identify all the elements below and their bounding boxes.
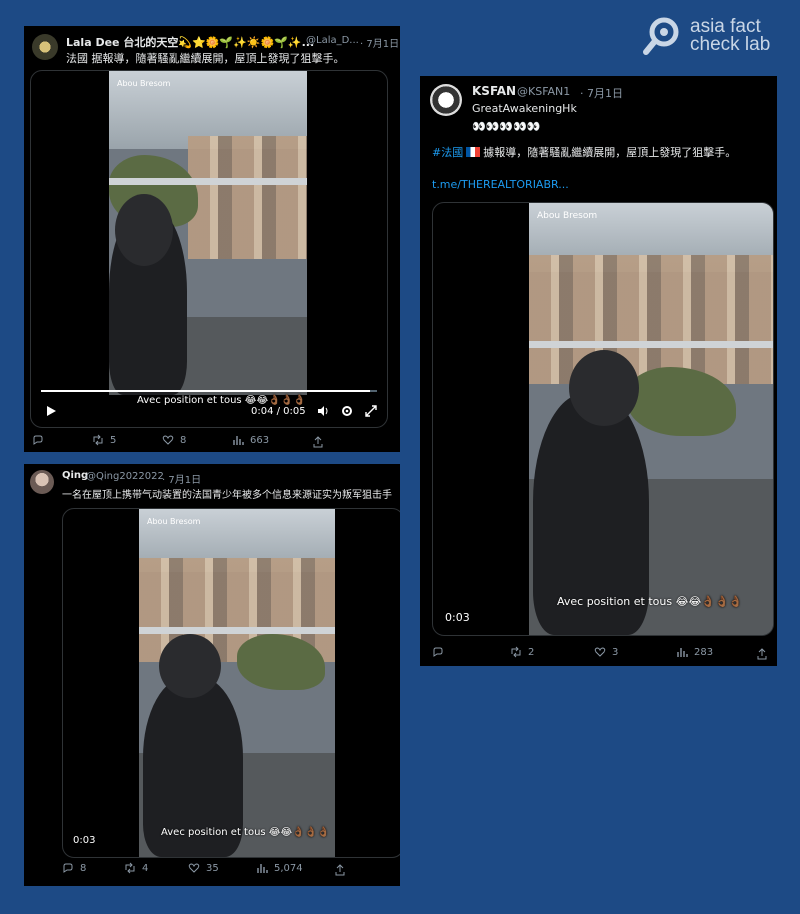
reply-button[interactable]: 8: [62, 862, 86, 874]
retweet-count: 2: [528, 646, 535, 658]
display-name[interactable]: Lala Dee 台北的天空💫⭐🌼🌱✨☀️🌼🌱✨...: [66, 34, 314, 50]
avatar[interactable]: [30, 470, 54, 494]
heart-icon: [188, 863, 200, 873]
share-icon[interactable]: [334, 864, 346, 876]
retweet-button[interactable]: 4: [124, 862, 148, 874]
tweet-actions: 8 4 35 5,074: [24, 862, 400, 882]
like-button[interactable]: 8: [162, 434, 186, 446]
video-caption: Avec position et tous 😂😂👌🏾👌🏾👌🏾: [557, 595, 743, 608]
retweet-icon: [125, 862, 135, 874]
magnifier-logo-icon: [643, 17, 679, 55]
retweet-count: 5: [110, 434, 117, 446]
video-progress-fill: [41, 390, 371, 392]
reply-icon: [433, 647, 443, 657]
views-chart-icon: [233, 436, 244, 445]
like-button[interactable]: 35: [188, 862, 219, 874]
video-time: 0:03: [445, 611, 470, 624]
tweet-date[interactable]: · 7月1日: [580, 85, 623, 101]
reply-icon: [63, 863, 73, 873]
retweet-count: 4: [142, 862, 149, 874]
video-frame[interactable]: Abou Bresom: [109, 71, 307, 395]
reply-button[interactable]: [32, 434, 50, 446]
user-handle[interactable]: @Qing2022022: [86, 471, 164, 482]
video-uploader-title: Abou Bresom: [147, 517, 201, 526]
video-frame[interactable]: Abou Bresom Avec position et tous 😂😂👌🏾👌🏾…: [529, 203, 773, 635]
view-count: 283: [694, 646, 714, 658]
views-button[interactable]: 283: [676, 646, 713, 658]
views-button[interactable]: 663: [232, 434, 269, 446]
hashtag-link[interactable]: #法國: [432, 146, 463, 159]
fullscreen-icon[interactable]: [365, 405, 377, 417]
like-button[interactable]: 3: [594, 646, 618, 658]
like-count: 35: [206, 862, 219, 874]
tweet-text-row: #法國 據報導，隨著騷亂繼續展開，屋頂上發現了狙擊手。: [432, 144, 736, 160]
tweet-date[interactable]: · 7月1日: [162, 471, 201, 486]
view-count: 663: [250, 434, 270, 446]
like-count: 8: [180, 434, 187, 446]
tweet-actions: 5 8 663: [24, 434, 400, 452]
video-time: 0:04 / 0:05: [251, 406, 306, 417]
france-flag-icon: [466, 147, 481, 157]
settings-gear-icon[interactable]: [341, 405, 353, 417]
reply-button[interactable]: [432, 646, 450, 658]
play-icon[interactable]: [45, 405, 57, 417]
share-icon[interactable]: [756, 648, 768, 660]
display-name[interactable]: Qing: [62, 470, 88, 481]
user-handle[interactable]: @Lala_D...: [306, 35, 359, 46]
retweet-button[interactable]: 5: [92, 434, 116, 446]
retweet-icon: [93, 434, 103, 446]
display-name[interactable]: KSFAN: [472, 84, 516, 98]
tweet-text: 法國 据報導，隨著騷亂繼續展開，屋頂上發現了狙擊手。: [66, 52, 345, 65]
tweet-line1: GreatAwakeningHk: [472, 102, 577, 115]
user-handle[interactable]: @KSFAN1: [517, 85, 570, 98]
video-player[interactable]: Abou Bresom Avec position et tous 😂😂👌🏾👌🏾…: [432, 202, 774, 636]
external-link[interactable]: t.me/THEREALTORIABR...: [432, 178, 569, 191]
logo-text-line2: check lab: [690, 34, 771, 55]
asia-fact-check-lab-logo: asia fact check lab: [642, 14, 792, 58]
tweet-actions: 2 3 283: [420, 646, 777, 666]
retweet-button[interactable]: 2: [510, 646, 534, 658]
tweet-card-ksfan[interactable]: KSFAN @KSFAN1 · 7月1日 GreatAwakeningHk 👀👀…: [420, 76, 777, 666]
reply-icon: [33, 435, 43, 445]
heart-icon: [162, 435, 174, 445]
video-frame[interactable]: Abou Bresom Avec position et tous 😂😂👌🏾👌🏾…: [139, 509, 335, 857]
video-caption: Avec position et tous 😂😂👌🏾👌🏾👌🏾: [161, 827, 330, 838]
tweet-card-lala-dee[interactable]: Lala Dee 台北的天空💫⭐🌼🌱✨☀️🌼🌱✨... @Lala_D... ·…: [24, 26, 400, 452]
video-time: 0:03: [73, 835, 96, 846]
views-chart-icon: [677, 648, 688, 657]
video-caption: Avec position et tous 😂😂👌🏾👌🏾👌🏾: [137, 395, 306, 406]
heart-icon: [594, 647, 606, 657]
views-button[interactable]: 5,074: [256, 862, 303, 874]
tweet-text: 據報導，隨著騷亂繼續展開，屋頂上發現了狙擊手。: [483, 146, 737, 159]
avatar[interactable]: [32, 34, 58, 60]
video-progress-bar[interactable]: [41, 390, 377, 392]
tweet-line2-emojis: 👀👀👀👀👀: [472, 120, 541, 133]
avatar[interactable]: [430, 84, 462, 116]
volume-icon[interactable]: [317, 405, 329, 417]
reply-count: 8: [80, 862, 87, 874]
like-count: 3: [612, 646, 619, 658]
tweet-text: 一名在屋顶上携带气动装置的法国青少年被多个信息来源证实为叛军狙击手: [62, 490, 392, 501]
view-count: 5,074: [274, 862, 303, 874]
tweet-date[interactable]: · 7月1日: [360, 35, 399, 50]
video-uploader-title: Abou Bresom: [537, 211, 598, 221]
video-player[interactable]: Abou Bresom Avec position et tous 😂😂👌🏾👌🏾…: [30, 70, 388, 428]
share-icon[interactable]: [312, 436, 324, 448]
tweet-card-qing[interactable]: Qing @Qing2022022 · 7月1日 一名在屋顶上携带气动装置的法国…: [24, 464, 400, 886]
video-player[interactable]: Abou Bresom Avec position et tous 😂😂👌🏾👌🏾…: [62, 508, 400, 858]
video-uploader-title: Abou Bresom: [117, 79, 171, 88]
views-chart-icon: [257, 864, 268, 873]
retweet-icon: [511, 646, 521, 658]
